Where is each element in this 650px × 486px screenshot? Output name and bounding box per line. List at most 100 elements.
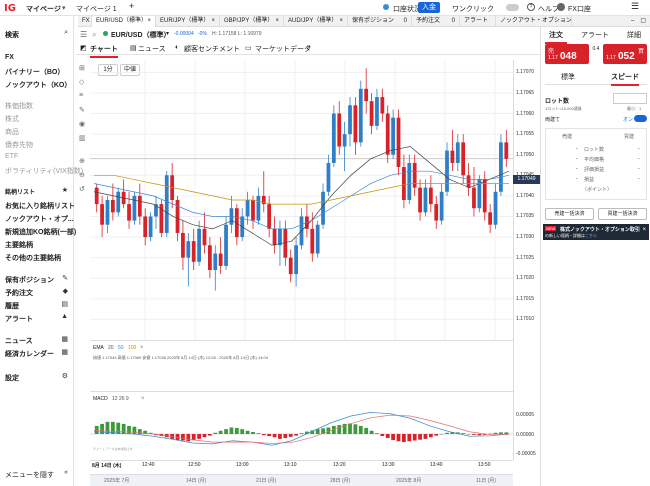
candle[interactable] <box>439 191 444 221</box>
candle[interactable] <box>181 232 185 258</box>
watchlist-item[interactable]: 主要銘柄 <box>5 240 33 250</box>
candle[interactable] <box>364 88 369 102</box>
candle[interactable] <box>391 117 396 155</box>
candle[interactable] <box>267 204 272 229</box>
tab-standard[interactable]: 標準 <box>561 72 575 82</box>
hide-menu-link[interactable]: メニューを隠す <box>5 470 54 480</box>
candle[interactable] <box>245 200 250 217</box>
price-chart[interactable] <box>90 60 513 340</box>
candle[interactable] <box>251 200 255 221</box>
crosshair-icon[interactable]: ⊞ <box>79 64 85 72</box>
candle[interactable] <box>137 195 142 217</box>
macd-chart[interactable] <box>90 400 513 456</box>
menu-icon[interactable]: ☰ <box>631 1 639 12</box>
candle[interactable] <box>143 216 148 238</box>
candle[interactable] <box>369 101 374 126</box>
minimize-icon[interactable]: – <box>631 16 634 27</box>
candle[interactable] <box>283 228 288 258</box>
candle[interactable] <box>396 117 401 168</box>
account-status-link[interactable]: 口座状況 <box>393 4 421 14</box>
tab-detail[interactable]: 詳細 <box>621 30 647 40</box>
watchlist-item[interactable]: お気に入り銘柄リスト <box>5 201 75 211</box>
candle[interactable] <box>218 253 223 266</box>
candle[interactable] <box>100 204 104 225</box>
sidebar-item-fx[interactable]: FX <box>5 54 14 61</box>
candle[interactable] <box>94 187 99 205</box>
sidebar-item-binary[interactable]: バイナリー（BO） <box>5 67 64 77</box>
candle[interactable] <box>380 97 385 114</box>
candle[interactable] <box>375 97 379 126</box>
candle[interactable] <box>472 187 476 209</box>
candle[interactable] <box>186 241 191 258</box>
candle[interactable] <box>321 191 325 225</box>
help-link[interactable]: ヘルプ <box>538 4 559 14</box>
tab-gbpjpy[interactable]: GBP/JPY（標準） × <box>220 16 284 27</box>
eye-icon[interactable]: ◉ <box>79 120 85 128</box>
candle[interactable] <box>331 113 336 163</box>
instrument-name[interactable]: EUR/USD（標準） <box>111 30 171 40</box>
sidebar-item-history[interactable]: 履歴 <box>5 301 19 311</box>
buy-button[interactable]: 買 1.17 052 <box>603 44 647 64</box>
candle[interactable] <box>461 142 466 176</box>
sidebar-item-orders[interactable]: 予約注文 <box>5 288 33 298</box>
candle[interactable] <box>288 257 293 275</box>
one-click-toggle[interactable] <box>506 4 519 11</box>
candle[interactable] <box>278 228 282 246</box>
pencil-icon[interactable]: ✎ <box>79 106 85 114</box>
reset-icon[interactable]: ↺ <box>79 185 85 193</box>
candle[interactable] <box>450 150 455 163</box>
candle[interactable] <box>197 228 201 262</box>
popout-icon[interactable]: ▢ <box>640 16 646 27</box>
chevron-down-icon[interactable]: ▾ <box>166 30 169 37</box>
close-icon[interactable]: × <box>147 16 151 27</box>
candle[interactable] <box>428 187 433 205</box>
candle[interactable] <box>482 179 487 213</box>
candle[interactable] <box>385 113 390 155</box>
close-icon[interactable]: × <box>275 16 279 27</box>
close-icon[interactable]: × <box>642 227 646 233</box>
candle[interactable] <box>202 228 207 246</box>
sidebar-item-knockout[interactable]: ノックアウト（KO） <box>5 80 71 90</box>
chevron-down-icon[interactable]: ▾ <box>62 4 66 12</box>
hedge-toggle[interactable] <box>634 115 647 122</box>
collapse-icon[interactable]: « <box>64 469 68 476</box>
sidebar-item-etf[interactable]: ETF <box>5 153 18 160</box>
tab-alerts[interactable]: アラート <box>460 16 496 27</box>
candle[interactable] <box>310 228 315 254</box>
tab-orders[interactable]: 予約注文 0 <box>412 16 460 27</box>
sidebar-item-index[interactable]: 株価指数 <box>5 101 33 111</box>
banner-link[interactable]: こちら <box>585 233 597 239</box>
candle[interactable] <box>466 175 471 188</box>
tab-chart[interactable]: チャート <box>90 44 118 58</box>
trash-icon[interactable]: ▥ <box>79 134 86 142</box>
candle[interactable] <box>445 150 449 192</box>
candle[interactable] <box>353 105 358 143</box>
candle[interactable] <box>407 162 412 200</box>
candle[interactable] <box>434 204 439 221</box>
sidebar-item-positions[interactable]: 保有ポジション <box>5 275 54 285</box>
candle[interactable] <box>488 212 493 225</box>
candle[interactable] <box>116 191 121 213</box>
candle[interactable] <box>272 228 277 246</box>
tab-alert[interactable]: アラート <box>577 30 613 40</box>
promo-banner[interactable]: NEW 株式ノックアウト・オプション取引 の新しい銘柄・詳細は こちら × <box>543 224 649 240</box>
sidebar-item-vix[interactable]: ボラティリティ(VIX指数) <box>5 166 83 176</box>
tab-market-data[interactable]: マーケットデータ <box>255 44 311 54</box>
watchlist-item[interactable]: 新規追加KO銘柄(一部) <box>5 227 76 237</box>
candle[interactable] <box>455 142 460 163</box>
tab-news[interactable]: ニュース <box>138 44 166 54</box>
tab-eurjpy[interactable]: EUR/JPY（標準） × <box>156 16 220 27</box>
search-icon[interactable]: ⌕ <box>64 29 68 37</box>
candle[interactable] <box>493 191 498 225</box>
candle[interactable] <box>337 113 342 147</box>
candle[interactable] <box>358 88 363 143</box>
candle[interactable] <box>294 245 298 275</box>
candle[interactable] <box>499 142 503 192</box>
tab-eurusd[interactable]: EUR/USD（標準） × <box>92 16 156 27</box>
candle[interactable] <box>224 224 228 266</box>
menu-icon[interactable]: ☰ <box>80 30 87 39</box>
star-icon[interactable]: ★ <box>62 186 68 194</box>
candle[interactable] <box>342 134 347 147</box>
candle[interactable] <box>110 200 115 213</box>
tab-order[interactable]: 注文 <box>545 30 567 44</box>
